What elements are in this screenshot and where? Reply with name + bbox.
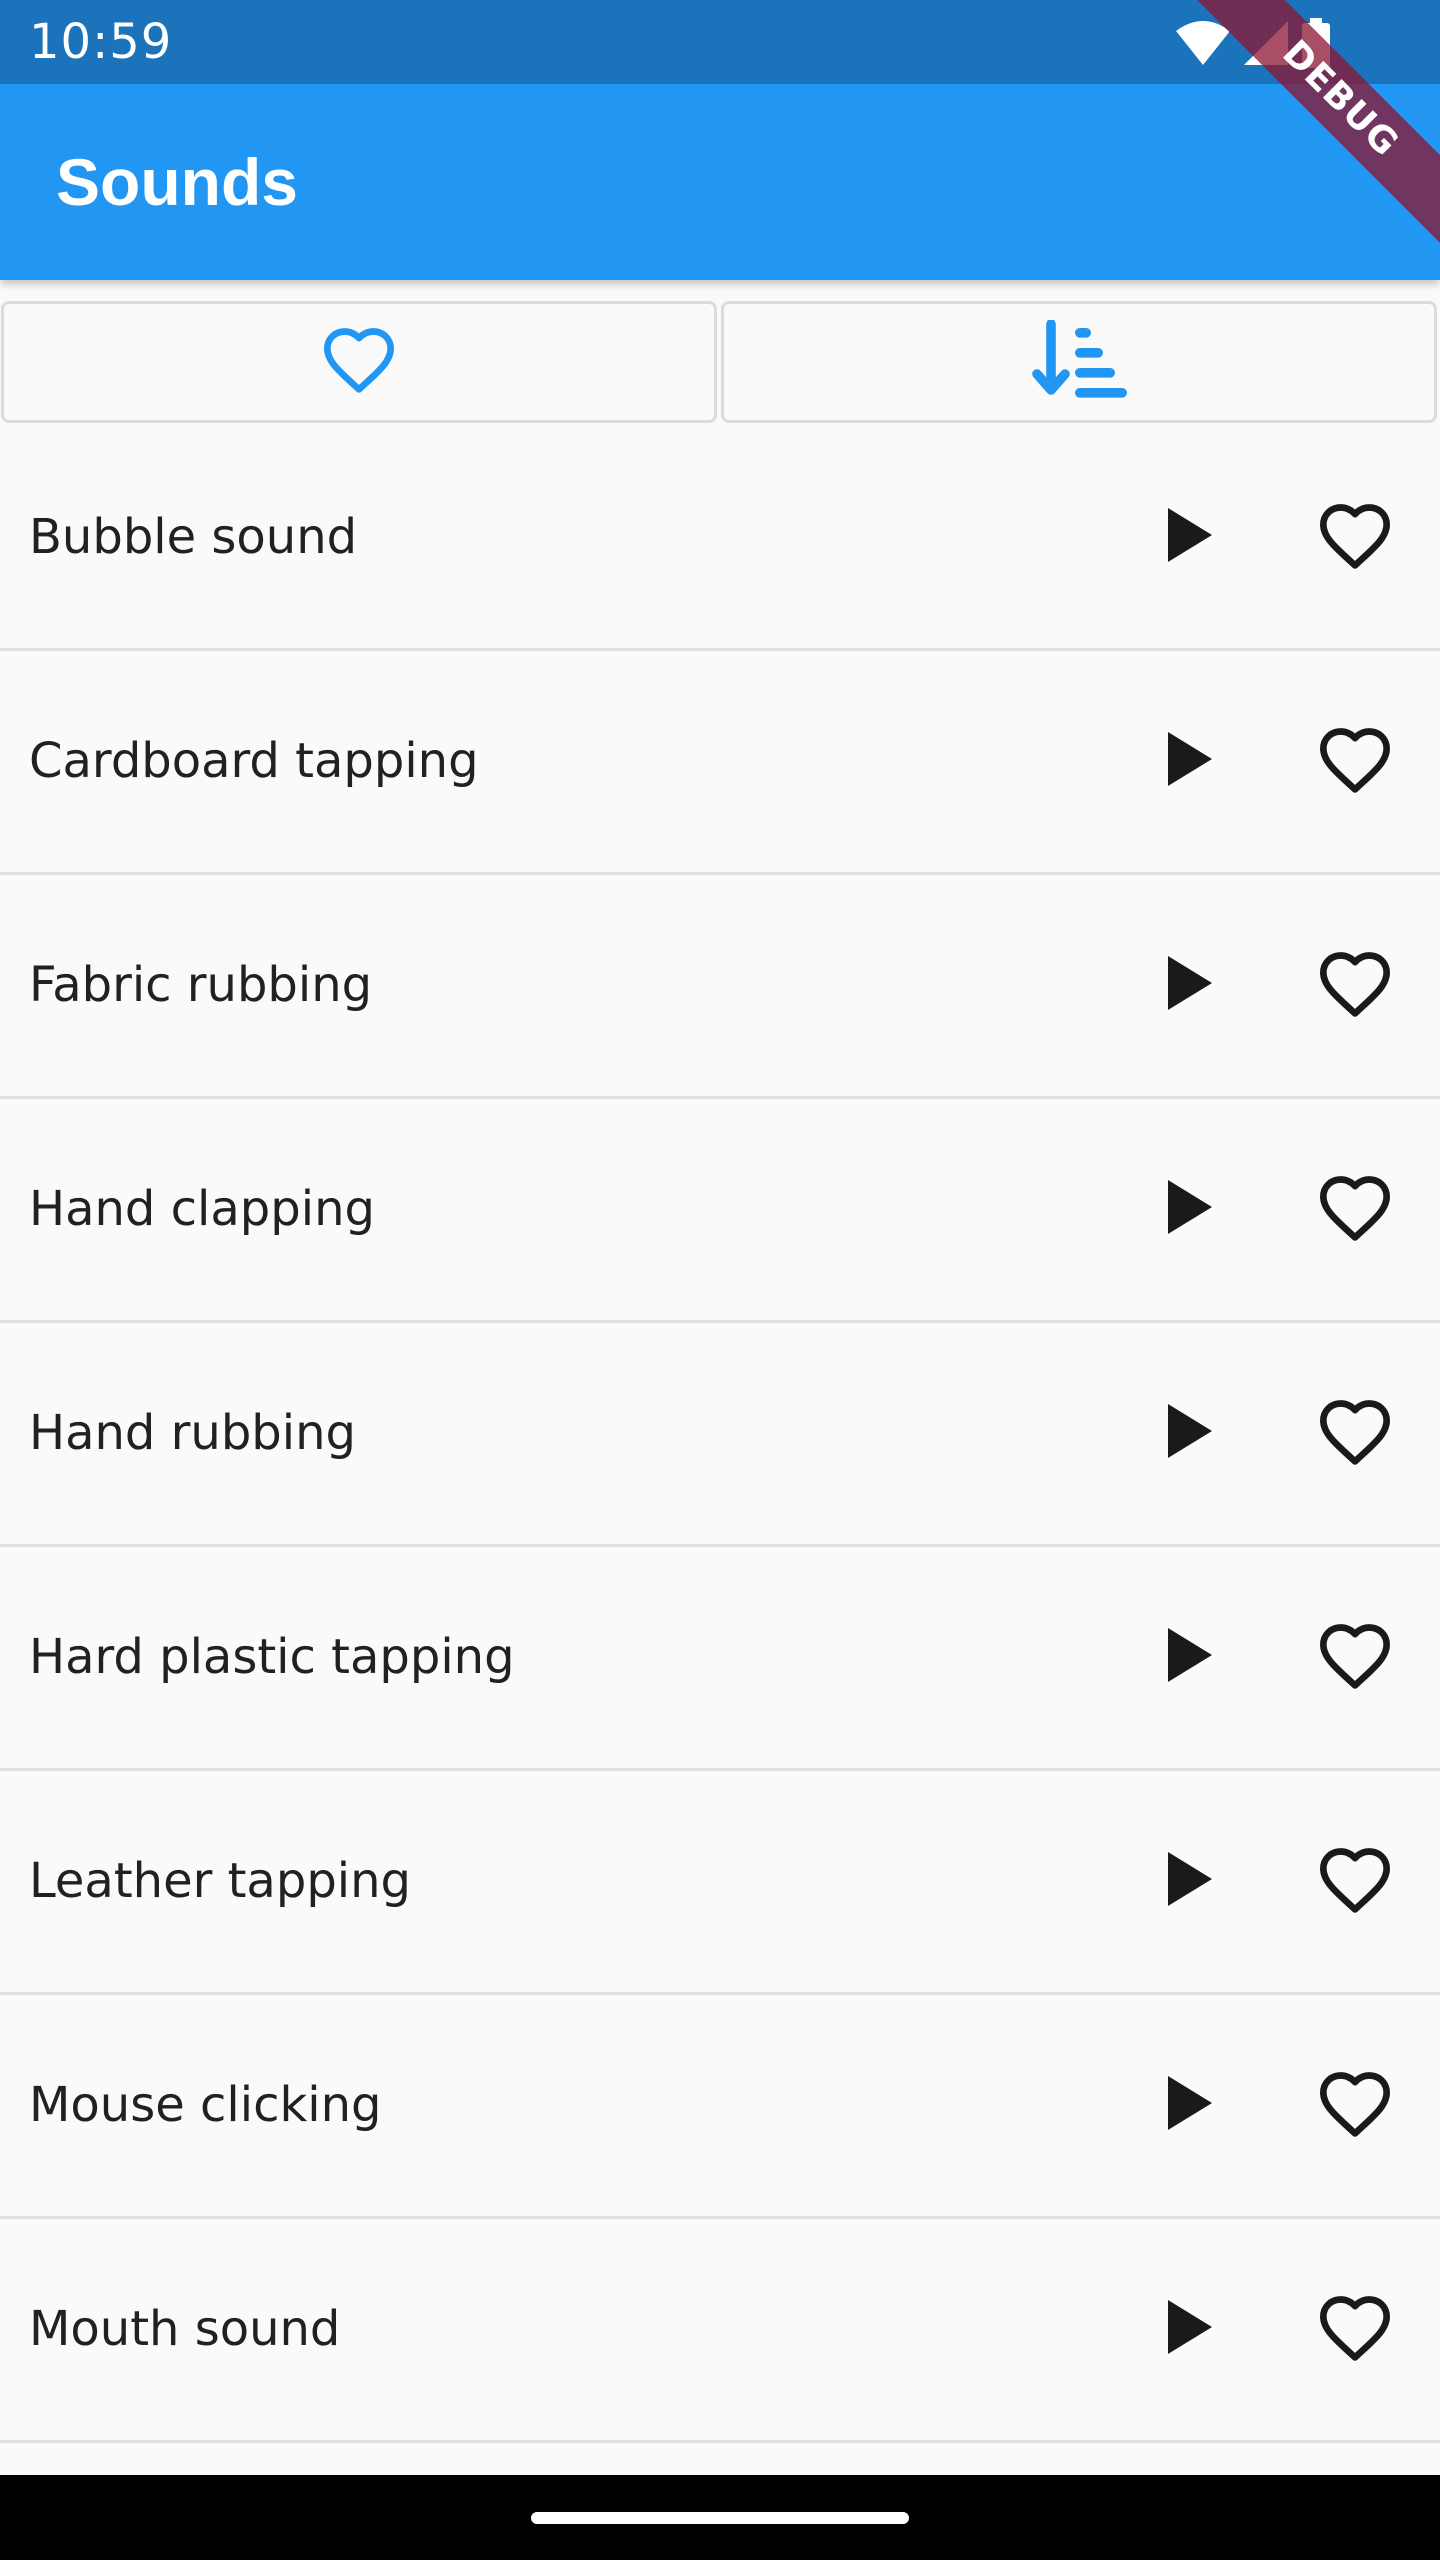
heart-outline-icon [1317, 2069, 1393, 2144]
heart-outline-icon [1317, 949, 1393, 1024]
play-button[interactable] [1150, 1841, 1230, 1921]
heart-outline-icon [1317, 725, 1393, 800]
favorite-button[interactable] [1310, 717, 1400, 807]
sounds-screen: 10:59 Sounds DEBUG Bubble sound Cardboar… [0, 0, 1440, 2560]
status-time: 10:59 [29, 14, 173, 70]
play-icon [1168, 1851, 1212, 1911]
play-button[interactable] [1150, 497, 1230, 577]
sound-list: Bubble sound Cardboard tapping Fabric rubb… [0, 427, 1440, 2560]
sound-name: Hard plastic tapping [29, 1629, 515, 1685]
favorite-button[interactable] [1310, 1165, 1400, 1255]
sound-name: Cardboard tapping [29, 733, 479, 789]
sound-name: Leather tapping [29, 1853, 412, 1909]
sound-name: Mouse clicking [29, 2077, 382, 2133]
play-icon [1168, 1627, 1212, 1687]
sound-list-item[interactable]: Hand rubbing [0, 1323, 1440, 1547]
sound-list-item[interactable]: Hard plastic tapping [0, 1547, 1440, 1771]
favorite-button[interactable] [1310, 1389, 1400, 1479]
sound-list-item[interactable]: Bubble sound [0, 427, 1440, 651]
play-button[interactable] [1150, 2289, 1230, 2369]
favorites-filter-button[interactable] [1, 301, 717, 423]
sort-ascending-icon [1031, 318, 1127, 405]
favorite-button[interactable] [1310, 2061, 1400, 2151]
heart-outline-icon [1317, 1621, 1393, 1696]
app-bar: Sounds [0, 84, 1440, 280]
play-icon [1168, 2075, 1212, 2135]
sound-name: Fabric rubbing [29, 957, 373, 1013]
sound-list-item[interactable]: Leather tapping [0, 1771, 1440, 1995]
battery-icon [1302, 18, 1330, 68]
favorite-button[interactable] [1310, 1613, 1400, 1703]
sound-name: Bubble sound [29, 509, 358, 565]
favorite-button[interactable] [1310, 941, 1400, 1031]
heart-outline-icon [1317, 2293, 1393, 2368]
favorite-button[interactable] [1310, 2285, 1400, 2375]
favorite-button[interactable] [1310, 1837, 1400, 1927]
play-button[interactable] [1150, 721, 1230, 801]
sound-list-item[interactable]: Mouth sound [0, 2219, 1440, 2443]
sound-list-item[interactable]: Hand clapping [0, 1099, 1440, 1323]
play-icon [1168, 2299, 1212, 2359]
heart-outline-icon [1317, 501, 1393, 576]
wifi-icon [1176, 21, 1230, 65]
heart-outline-icon [321, 325, 397, 400]
cellular-signal-icon [1244, 21, 1288, 65]
sound-name: Mouth sound [29, 2301, 341, 2357]
sound-list-item[interactable]: Mouse clicking [0, 1995, 1440, 2219]
filter-sort-toggle-row [0, 301, 1440, 427]
status-bar: 10:59 [0, 0, 1440, 84]
play-icon [1168, 731, 1212, 791]
play-button[interactable] [1150, 1169, 1230, 1249]
heart-outline-icon [1317, 1173, 1393, 1248]
page-title: Sounds [56, 145, 298, 219]
sound-list-item[interactable]: Cardboard tapping [0, 651, 1440, 875]
play-button[interactable] [1150, 2065, 1230, 2145]
sound-name: Hand clapping [29, 1181, 375, 1237]
play-button[interactable] [1150, 1393, 1230, 1473]
sound-name: Hand rubbing [29, 1405, 356, 1461]
home-gesture-handle[interactable] [531, 2512, 909, 2524]
status-icons [1176, 18, 1330, 68]
heart-outline-icon [1317, 1845, 1393, 1920]
favorite-button[interactable] [1310, 493, 1400, 583]
play-icon [1168, 1403, 1212, 1463]
sound-list-item[interactable]: Fabric rubbing [0, 875, 1440, 1099]
play-icon [1168, 955, 1212, 1015]
play-icon [1168, 507, 1212, 567]
play-icon [1168, 1179, 1212, 1239]
system-navigation-bar [0, 2475, 1440, 2560]
heart-outline-icon [1317, 1397, 1393, 1472]
sort-button[interactable] [721, 301, 1437, 423]
play-button[interactable] [1150, 1617, 1230, 1697]
play-button[interactable] [1150, 945, 1230, 1025]
